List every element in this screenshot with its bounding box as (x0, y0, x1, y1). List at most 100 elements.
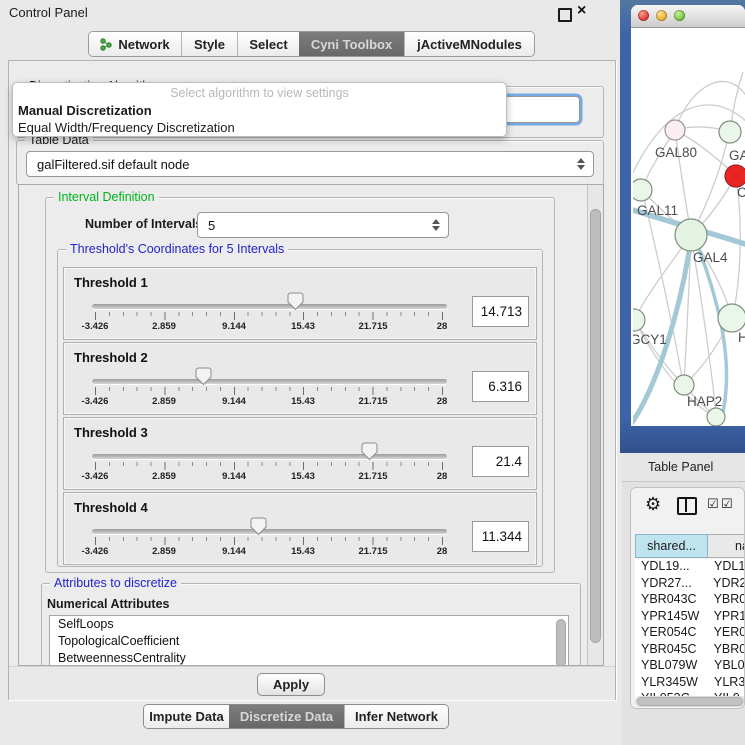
cell-shared: YLR345W (635, 675, 704, 692)
table-data-combobox[interactable]: galFiltered.sif default node (26, 151, 594, 177)
threshold-row-1: Threshold 1 -3.426 2.859 9.144 15.43 21.… (63, 267, 537, 340)
tab-discretize-data[interactable]: Discretize Data (229, 705, 344, 728)
tab-style[interactable]: Style (181, 32, 237, 56)
tab-select[interactable]: Select (237, 32, 299, 56)
node-gcy1[interactable] (633, 309, 645, 331)
tab-jactivemnodules[interactable]: jActiveMNodules (404, 32, 534, 56)
table-row[interactable]: YLR345W YLR3 (635, 675, 745, 692)
number-of-intervals-combobox[interactable]: 5 (197, 212, 449, 238)
network-icon (100, 38, 113, 51)
table-panel-title: Table Panel (648, 460, 713, 474)
table-row[interactable]: YPR145W YPR1 (635, 609, 745, 626)
node-bottom-partial[interactable] (707, 408, 725, 426)
cell-shared: YDL19... (635, 559, 704, 576)
threshold-3-slider[interactable] (92, 454, 447, 459)
slider-thumb[interactable] (361, 442, 378, 461)
numerical-attributes-list[interactable]: SelfLoops TopologicalCoefficient Between… (49, 615, 569, 666)
node-h[interactable] (718, 304, 745, 332)
threshold-row-2: Threshold 2 -3.426 2.859 9.144 15.43 21.… (63, 342, 537, 415)
settings-scrollpane: Interval Definition Number of Intervals … (18, 184, 604, 666)
list-item[interactable]: TopologicalCoefficient (50, 633, 568, 650)
bottom-tabbar: Impute Data Discretize Data Infer Networ… (143, 704, 449, 729)
threshold-4-slider[interactable] (92, 529, 447, 534)
slider-thumb[interactable] (250, 517, 267, 536)
tab-infer-network[interactable]: Infer Network (344, 705, 448, 728)
table-container: ⚙ ☑ ☑ shared... na YDL19... YDL1 YDR27..… (630, 487, 745, 709)
apply-button[interactable]: Apply (257, 673, 325, 696)
tab-impute-data[interactable]: Impute Data (144, 705, 229, 728)
list-scrollbar[interactable] (556, 619, 566, 666)
tick-label: 9.144 (204, 396, 264, 407)
cell-shared: YER054C (635, 625, 704, 642)
threshold-row-3: Threshold 3 -3.426 2.859 9.144 15.43 21.… (63, 417, 537, 490)
tab-cyni-toolbox[interactable]: Cyni Toolbox (299, 32, 404, 56)
control-panel-tabbar: Network Style Select Cyni Toolbox jActiv… (88, 31, 535, 57)
checkbox-icon-1[interactable]: ☑ (707, 497, 719, 512)
table-row[interactable]: YBL079W YBL0 (635, 658, 745, 675)
column-header-shared-name[interactable]: shared... (635, 534, 708, 558)
attributes-group-title: Attributes to discretize (50, 576, 181, 590)
dropdown-item-equal-width-frequency[interactable]: Equal Width/Frequency Discretization (13, 118, 506, 135)
threshold-4-label: Threshold 4 (74, 500, 148, 515)
threshold-2-slider[interactable] (92, 379, 447, 384)
close-icon[interactable]: × (577, 2, 586, 20)
list-item[interactable]: SelfLoops (50, 616, 568, 633)
close-traffic-light[interactable] (638, 10, 649, 21)
table-row[interactable]: YBR045C YBR0 (635, 642, 745, 659)
tab-discretize-data-label: Discretize Data (240, 709, 333, 724)
tick-label: -3.426 (65, 321, 125, 332)
threshold-2-value-field[interactable] (472, 371, 529, 402)
table-row[interactable]: YDR27... YDR2 (635, 576, 745, 593)
dropdown-item-placeholder[interactable]: Select algorithm to view settings (13, 83, 506, 101)
node-top-right[interactable] (719, 121, 741, 143)
threshold-1-value-field[interactable] (472, 296, 529, 327)
combo-stepper-icon (432, 219, 441, 231)
split-view-icon-divider (685, 498, 687, 512)
threshold-3-value-field[interactable] (472, 446, 529, 477)
tick-label: 9.144 (204, 471, 264, 482)
tick-label: 9.144 (204, 321, 264, 332)
label-gcy1: GCY1 (633, 332, 667, 347)
tick-label: 15.43 (273, 396, 333, 407)
column-header-name[interactable]: na (708, 534, 745, 558)
float-icon[interactable] (558, 8, 572, 22)
slider-thumb[interactable] (287, 292, 304, 311)
table-row[interactable]: YER054C YER0 (635, 625, 745, 642)
numerical-attributes-label: Numerical Attributes (47, 597, 169, 611)
table-row[interactable]: YBR043C YBR0 (635, 592, 745, 609)
tab-network[interactable]: Network (89, 32, 181, 56)
tab-style-label: Style (194, 37, 225, 52)
threshold-1-slider[interactable] (92, 304, 447, 309)
tick-label: -3.426 (65, 471, 125, 482)
list-item[interactable]: BetweennessCentrality (50, 650, 568, 666)
table-hscrollbar-thumb[interactable] (637, 697, 743, 706)
dropdown-item-manual-discretization[interactable]: Manual Discretization (13, 101, 506, 118)
network-canvas[interactable]: GAL80 GA C GAL11 GAL4 GCY1 H HAP2 (633, 27, 745, 426)
node-hap2[interactable] (674, 375, 694, 395)
node-gal11[interactable] (633, 179, 652, 201)
network-window-titlebar[interactable] (631, 5, 745, 28)
table-panel-titlebar: Table Panel (622, 453, 745, 482)
threshold-1-label: Threshold 1 (74, 275, 148, 290)
minimize-traffic-light[interactable] (656, 10, 667, 21)
node-gal4[interactable] (675, 219, 707, 251)
table-data-selected: galFiltered.sif default node (27, 157, 577, 172)
node-gal80[interactable] (665, 120, 685, 140)
split-view-icon[interactable] (677, 497, 697, 515)
tick-label: 2.859 (134, 546, 194, 557)
apply-bar: Apply (9, 666, 615, 700)
table-panel-area: Table Panel ⚙ ☑ ☑ shared... na YDL19... … (622, 453, 745, 745)
checkbox-icon-2[interactable]: ☑ (721, 497, 733, 512)
zoom-traffic-light[interactable] (674, 10, 685, 21)
network-window: GAL80 GA C GAL11 GAL4 GCY1 H HAP2 (631, 5, 745, 426)
slider-thumb[interactable] (195, 367, 212, 386)
settings-scrollbar-thumb[interactable] (590, 209, 601, 643)
gear-icon[interactable]: ⚙ (645, 494, 661, 515)
threshold-4-value-field[interactable] (472, 521, 529, 552)
tab-impute-data-label: Impute Data (149, 709, 223, 724)
table-row[interactable]: YDL19... YDL1 (635, 559, 745, 576)
node-red[interactable] (725, 165, 745, 187)
tick-label: 2.859 (134, 321, 194, 332)
table-rows: YDL19... YDL1 YDR27... YDR2 YBR043C YBR0… (635, 559, 745, 702)
tick-label: 28 (412, 471, 472, 482)
